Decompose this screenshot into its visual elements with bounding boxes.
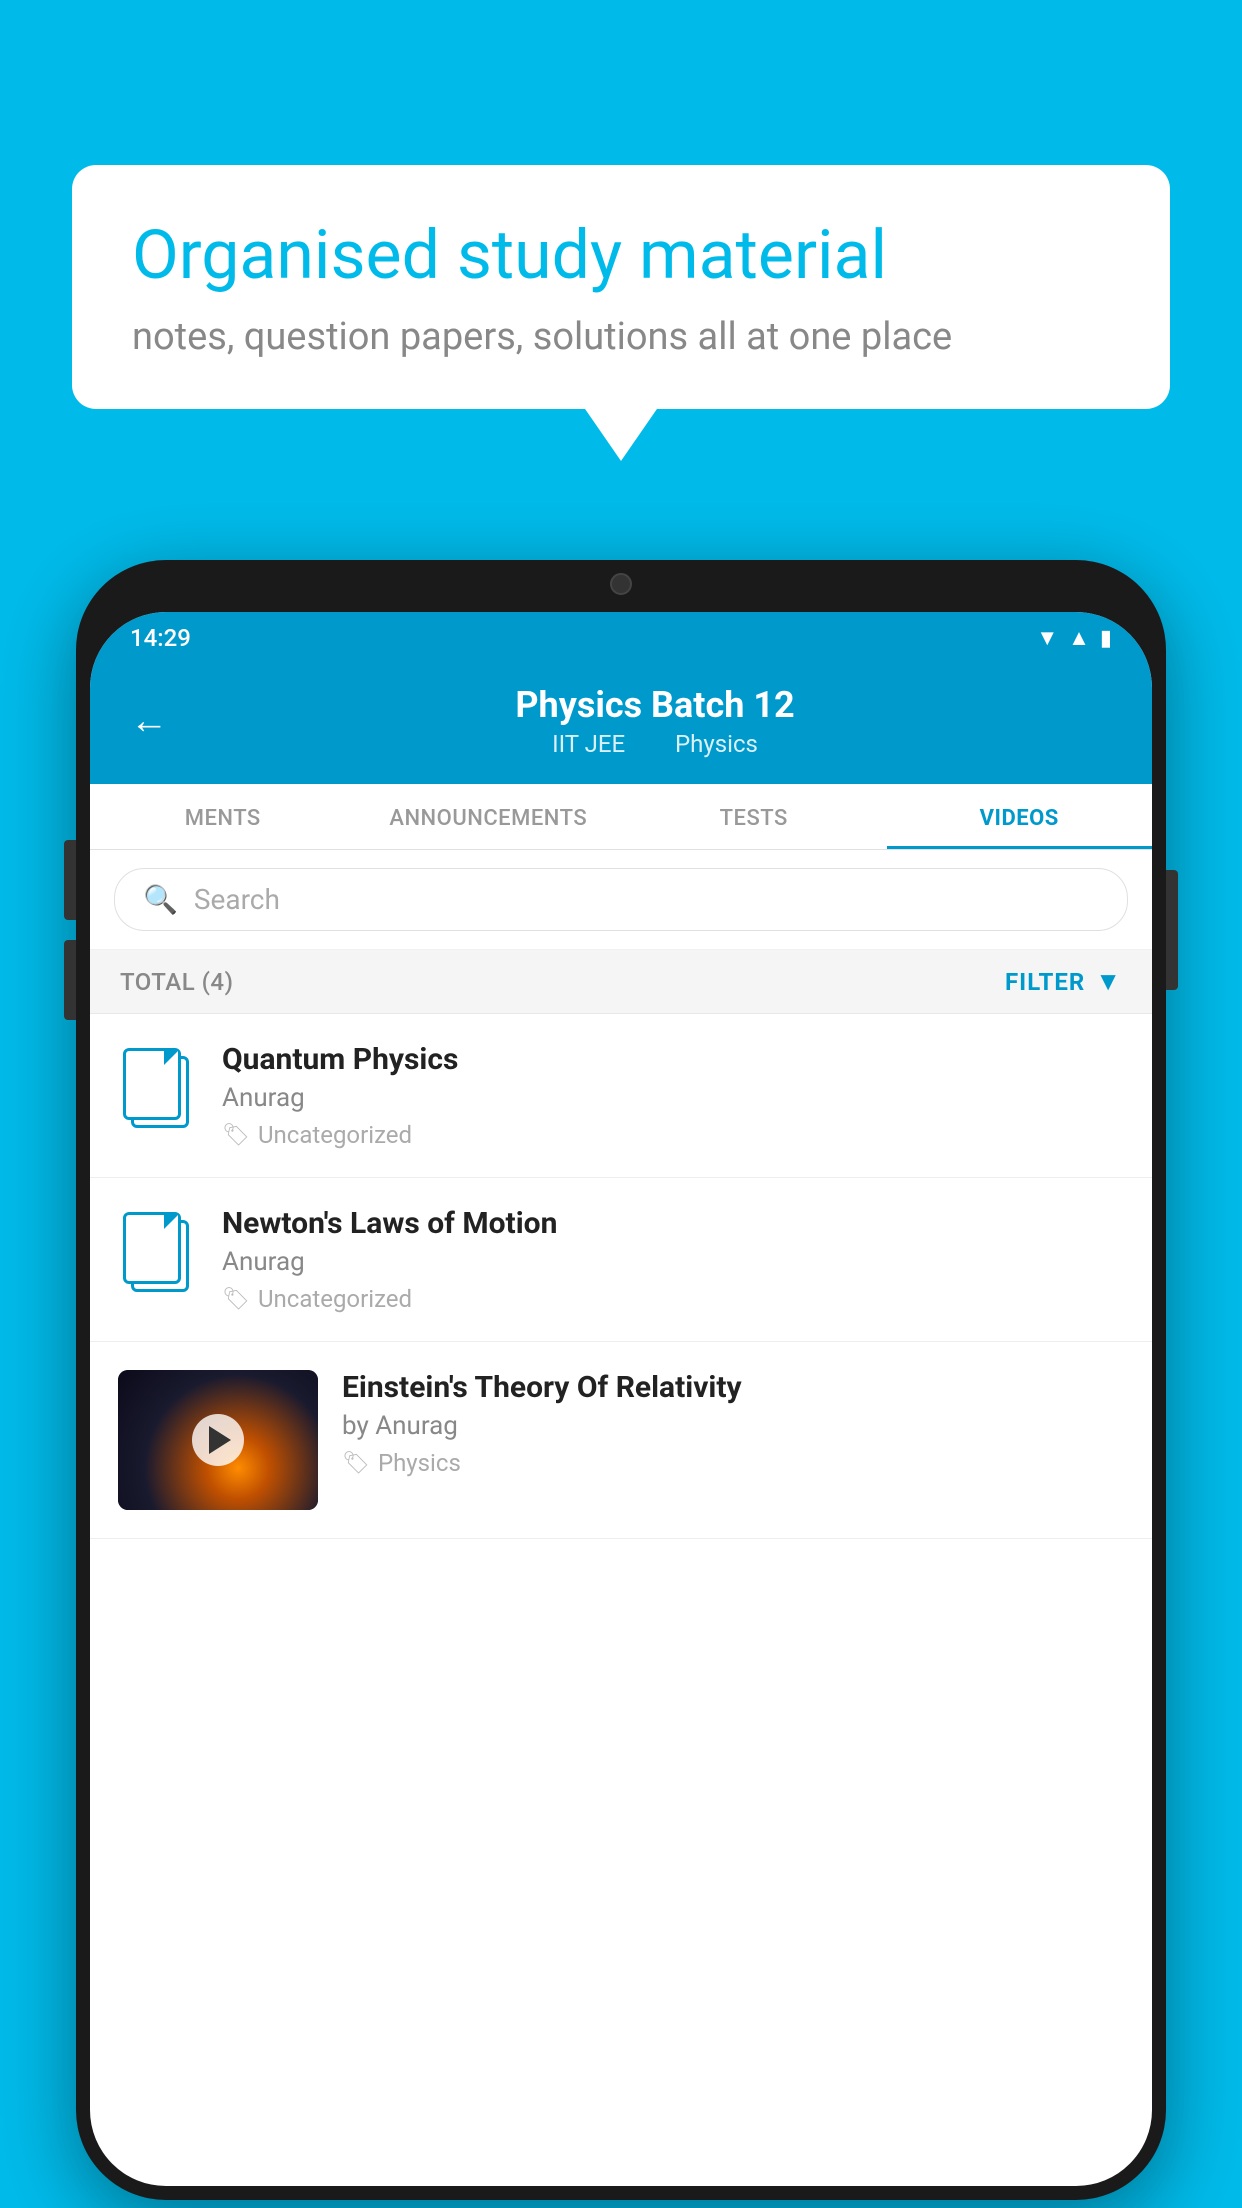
phone-notch [521, 560, 721, 608]
filter-button[interactable]: FILTER ▼ [1005, 966, 1122, 997]
videos-list: Quantum Physics Anurag 🏷 Uncategorized [90, 1014, 1152, 1539]
document-icon [123, 1212, 193, 1296]
subtitle-physics: Physics [675, 730, 758, 758]
subtitle-iit: IIT JEE [552, 730, 625, 758]
status-icons: ▼ ▲ ▮ [1036, 625, 1112, 651]
video-title: Newton's Laws of Motion [222, 1206, 1124, 1241]
play-button[interactable] [192, 1414, 244, 1466]
tag-icon: 🏷 [342, 1451, 370, 1476]
total-count-label: TOTAL (4) [120, 968, 233, 996]
volume-up-button[interactable] [64, 840, 76, 920]
tag-icon: 🏷 [222, 1287, 250, 1312]
list-item[interactable]: Einstein's Theory Of Relativity by Anura… [90, 1342, 1152, 1539]
item-icon-block [118, 1046, 198, 1134]
doc-front [123, 1212, 181, 1284]
thumbnail-bg [118, 1370, 318, 1510]
tab-bar: MENTS ANNOUNCEMENTS TESTS VIDEOS [90, 784, 1152, 850]
search-icon: 🔍 [143, 883, 178, 916]
status-bar: 14:29 ▼ ▲ ▮ [90, 612, 1152, 664]
item-tag: 🏷 Uncategorized [222, 1121, 1124, 1149]
tag-label: Physics [378, 1449, 461, 1477]
phone-device: 14:29 ▼ ▲ ▮ ← Physics Batch 12 IIT JEE P… [76, 560, 1166, 2200]
volume-down-button[interactable] [64, 940, 76, 1020]
speech-bubble-subtitle: notes, question papers, solutions all at… [132, 315, 1110, 359]
tab-ments[interactable]: MENTS [90, 784, 356, 849]
tab-announcements[interactable]: ANNOUNCEMENTS [356, 784, 622, 849]
header-title-block: Physics Batch 12 IIT JEE Physics [198, 684, 1112, 758]
video-title: Einstein's Theory Of Relativity [342, 1370, 1124, 1405]
subtitle-separator [647, 730, 659, 758]
video-author: Anurag [222, 1247, 1124, 1277]
item-icon-block [118, 1210, 198, 1298]
tag-label: Uncategorized [258, 1121, 412, 1149]
search-placeholder: Search [194, 883, 280, 916]
video-author: Anurag [222, 1083, 1124, 1113]
batch-subtitle: IIT JEE Physics [198, 730, 1112, 758]
speech-bubble: Organised study material notes, question… [72, 165, 1170, 409]
video-thumbnail [118, 1370, 318, 1510]
batch-title: Physics Batch 12 [198, 684, 1112, 726]
item-content: Einstein's Theory Of Relativity by Anura… [342, 1370, 1124, 1477]
battery-icon: ▮ [1100, 626, 1112, 651]
item-content: Quantum Physics Anurag 🏷 Uncategorized [222, 1042, 1124, 1149]
speech-bubble-title: Organised study material [132, 215, 1110, 297]
video-author: by Anurag [342, 1411, 1124, 1441]
phone-screen: 14:29 ▼ ▲ ▮ ← Physics Batch 12 IIT JEE P… [90, 612, 1152, 2186]
status-time: 14:29 [130, 624, 191, 652]
play-triangle-icon [209, 1426, 231, 1454]
search-container: 🔍 Search [90, 850, 1152, 950]
tag-icon: 🏷 [222, 1123, 250, 1148]
tab-tests[interactable]: TESTS [621, 784, 887, 849]
wifi-icon: ▼ [1036, 625, 1058, 651]
power-button[interactable] [1166, 870, 1178, 990]
list-item[interactable]: Quantum Physics Anurag 🏷 Uncategorized [90, 1014, 1152, 1178]
list-item[interactable]: Newton's Laws of Motion Anurag 🏷 Uncateg… [90, 1178, 1152, 1342]
filter-bar: TOTAL (4) FILTER ▼ [90, 950, 1152, 1014]
item-content: Newton's Laws of Motion Anurag 🏷 Uncateg… [222, 1206, 1124, 1313]
doc-fold [164, 1215, 178, 1229]
doc-fold [164, 1051, 178, 1065]
video-title: Quantum Physics [222, 1042, 1124, 1077]
back-button[interactable]: ← [130, 702, 168, 740]
doc-front [123, 1048, 181, 1120]
search-bar[interactable]: 🔍 Search [114, 868, 1128, 931]
document-icon [123, 1048, 193, 1132]
app-header: ← Physics Batch 12 IIT JEE Physics [90, 664, 1152, 784]
tag-label: Uncategorized [258, 1285, 412, 1313]
signal-icon: ▲ [1068, 625, 1090, 651]
filter-funnel-icon: ▼ [1095, 966, 1122, 997]
item-tag: 🏷 Physics [342, 1449, 1124, 1477]
front-camera [610, 573, 632, 595]
filter-label: FILTER [1005, 968, 1085, 996]
tab-videos[interactable]: VIDEOS [887, 784, 1153, 849]
item-tag: 🏷 Uncategorized [222, 1285, 1124, 1313]
